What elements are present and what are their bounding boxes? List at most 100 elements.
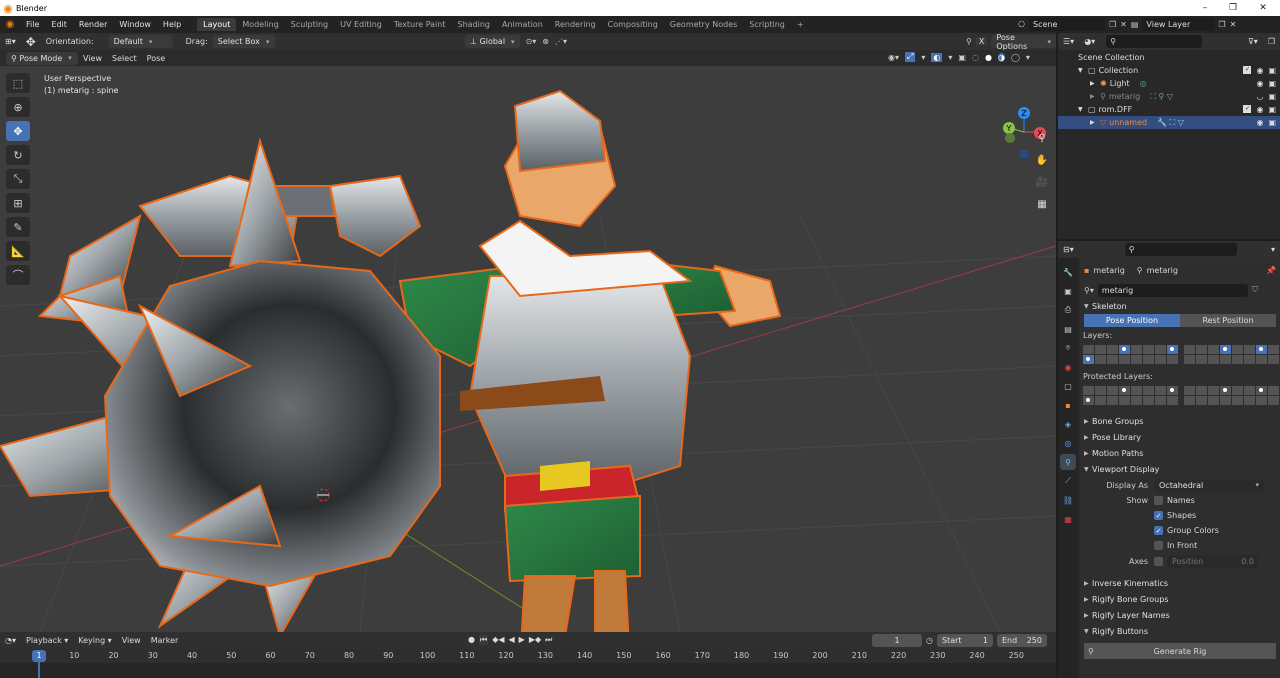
chevron-down-icon[interactable]: ▾: [1266, 245, 1280, 254]
rigify-buttons-panel-header[interactable]: ▼ Rigify Buttons: [1080, 623, 1280, 639]
bone-constraint-tab-icon[interactable]: ⛓: [1060, 492, 1076, 508]
menu-select[interactable]: Select: [107, 54, 142, 63]
axes-checkbox[interactable]: [1154, 554, 1167, 568]
tab-scripting[interactable]: Scripting: [743, 18, 791, 31]
view-layer-tab-icon[interactable]: ▤: [1060, 321, 1076, 337]
tab-animation[interactable]: Animation: [496, 18, 549, 31]
camera-icon[interactable]: ▣: [1268, 105, 1276, 114]
fake-user-icon[interactable]: ⛉: [1252, 285, 1258, 295]
tab-rendering[interactable]: Rendering: [549, 18, 602, 31]
checkbox-icon[interactable]: ✓: [1243, 66, 1252, 74]
checkbox-icon[interactable]: ✓: [1243, 105, 1252, 113]
eye-icon[interactable]: ◉: [1256, 105, 1263, 114]
close-button[interactable]: ✕: [1248, 0, 1278, 16]
add-workspace-icon[interactable]: +: [791, 18, 810, 31]
shading-rendered-icon[interactable]: ◯: [1011, 53, 1020, 62]
measure-tool-icon[interactable]: 📐: [6, 241, 30, 261]
axes-position-field[interactable]: Position 0.0: [1167, 554, 1259, 568]
view-layer-icon[interactable]: ▤: [1131, 20, 1139, 29]
gizmo-toggle-icon[interactable]: ⤢: [905, 52, 916, 62]
pivot-point-icon[interactable]: ⊙▾: [526, 37, 537, 46]
menu-render[interactable]: Render: [73, 20, 113, 29]
outliner-search-input[interactable]: ⚲: [1106, 35, 1203, 48]
render-tab-icon[interactable]: ▣: [1060, 283, 1076, 299]
physics-tab-icon[interactable]: ◎: [1060, 435, 1076, 451]
pin-icon[interactable]: 📌: [1266, 266, 1276, 275]
tab-layout[interactable]: Layout: [197, 18, 237, 31]
camera-view-icon[interactable]: 🎥: [1032, 173, 1052, 191]
end-frame-field[interactable]: End 250: [996, 634, 1047, 647]
menu-keying[interactable]: Keying ▾: [73, 636, 116, 645]
show-names-checkbox[interactable]: Names: [1154, 494, 1195, 508]
eye-icon[interactable]: ◉: [1256, 79, 1263, 88]
outliner-item-unnamed[interactable]: ▶ ▽ unnamed 🔧 ⛶ ▽ ◉ ▣: [1058, 116, 1280, 129]
orientation-dropdown[interactable]: Default ▾: [108, 35, 173, 48]
pose-library-panel[interactable]: ▶ Pose Library: [1080, 429, 1280, 445]
protected-block-right[interactable]: [1184, 386, 1279, 405]
tab-geometry-nodes[interactable]: Geometry Nodes: [664, 18, 743, 31]
zoom-icon[interactable]: ⚲: [1032, 129, 1052, 147]
shading-material-icon[interactable]: ◑: [997, 52, 1005, 62]
tab-shading[interactable]: Shading: [451, 18, 496, 31]
menu-marker[interactable]: Marker: [146, 636, 184, 645]
tab-sculpting[interactable]: Sculpting: [285, 18, 334, 31]
play-icon[interactable]: ▶: [519, 635, 525, 645]
clock-icon[interactable]: ◷: [926, 636, 933, 645]
scene-icon[interactable]: ⎔: [1018, 20, 1025, 29]
x-mirror-toggle[interactable]: X: [975, 37, 988, 46]
pose-options-dropdown[interactable]: Pose Options ▾: [991, 33, 1056, 51]
armature-data-tab-icon[interactable]: ⚲: [1060, 454, 1076, 470]
frame-ruler[interactable]: 1 10 20 30 40 50 60 70 80 90 100 110 120 130 140 150 160…: [0, 649, 1056, 663]
pose-mirror-icon[interactable]: ⚲: [966, 37, 972, 46]
viewport-scene[interactable]: Z X Y: [0, 66, 1056, 632]
jump-start-icon[interactable]: ⏮: [478, 635, 489, 645]
filter-icon[interactable]: ⊽▾: [1243, 37, 1263, 46]
start-frame-field[interactable]: Start 1: [936, 634, 993, 647]
scene-field[interactable]: Scene: [1028, 18, 1105, 31]
object-tab-icon[interactable]: ▪: [1060, 397, 1076, 413]
rest-position-button[interactable]: Rest Position: [1180, 314, 1276, 327]
menu-file[interactable]: File: [20, 20, 45, 29]
snap-target-icon[interactable]: ⋰▾: [555, 37, 567, 46]
menu-window[interactable]: Window: [113, 20, 157, 29]
transform-pivot-icon[interactable]: ✥: [21, 35, 41, 49]
outliner-scene-collection[interactable]: Scene Collection: [1058, 51, 1280, 64]
scale-tool-icon[interactable]: ⤡: [6, 169, 30, 189]
show-in-front-checkbox[interactable]: In Front: [1154, 539, 1197, 553]
protected-block-left[interactable]: [1083, 386, 1178, 405]
display-as-dropdown[interactable]: Octahedral ▾: [1154, 478, 1264, 492]
layer-block-right[interactable]: [1184, 345, 1279, 364]
tool-tab-icon[interactable]: 🔧: [1060, 264, 1076, 280]
output-tab-icon[interactable]: ⎙: [1060, 302, 1076, 318]
snap-icon[interactable]: ⊗: [542, 37, 549, 46]
bone-groups-panel[interactable]: ▶ Bone Groups: [1080, 413, 1280, 429]
select-box-tool-icon[interactable]: ⬚: [6, 73, 30, 93]
world-tab-icon[interactable]: ◉: [1060, 359, 1076, 375]
editor-type-icon[interactable]: ⊞▾: [0, 37, 21, 46]
jump-end-icon[interactable]: ⏭: [545, 635, 552, 645]
shading-solid-icon[interactable]: ●: [985, 53, 992, 62]
texture-tab-icon[interactable]: ▦: [1060, 511, 1076, 527]
timeline-editor-type-icon[interactable]: ◔▾: [0, 636, 21, 645]
breakdowner-tool-icon[interactable]: ⌒: [6, 265, 30, 285]
outliner-item-rom-dff[interactable]: ▼ ▢ rom.DFF ✓ ◉ ▣: [1058, 103, 1280, 116]
eye-icon[interactable]: ◉: [1256, 118, 1263, 127]
show-shapes-checkbox[interactable]: ✓ Shapes: [1154, 509, 1196, 523]
eye-hidden-icon[interactable]: ◡: [1256, 92, 1263, 101]
armature-name-field[interactable]: metarig: [1097, 283, 1248, 297]
tab-compositing[interactable]: Compositing: [602, 18, 664, 31]
outliner-item-metarig[interactable]: ▶ ⚲ metarig ⛶ ⚲ ▽ ◡ ▣: [1058, 90, 1280, 103]
delete-view-layer-icon[interactable]: ✕: [1230, 20, 1237, 29]
transform-tool-icon[interactable]: ⊞: [6, 193, 30, 213]
annotate-tool-icon[interactable]: ✎: [6, 217, 30, 237]
chevron-down-icon[interactable]: ▾: [1026, 53, 1030, 62]
skeleton-panel-header[interactable]: ▼ Skeleton: [1080, 298, 1280, 314]
rigify-bone-groups-panel[interactable]: ▶ Rigify Bone Groups: [1080, 591, 1280, 607]
cursor-tool-icon[interactable]: ⊕: [6, 97, 30, 117]
rigify-layer-names-panel[interactable]: ▶ Rigify Layer Names: [1080, 607, 1280, 623]
camera-icon[interactable]: ▣: [1268, 92, 1276, 101]
motion-paths-panel[interactable]: ▶ Motion Paths: [1080, 445, 1280, 461]
new-scene-icon[interactable]: ❐: [1109, 20, 1116, 29]
show-group-colors-checkbox[interactable]: ✓ Group Colors: [1154, 524, 1219, 538]
camera-icon[interactable]: ▣: [1268, 79, 1276, 88]
